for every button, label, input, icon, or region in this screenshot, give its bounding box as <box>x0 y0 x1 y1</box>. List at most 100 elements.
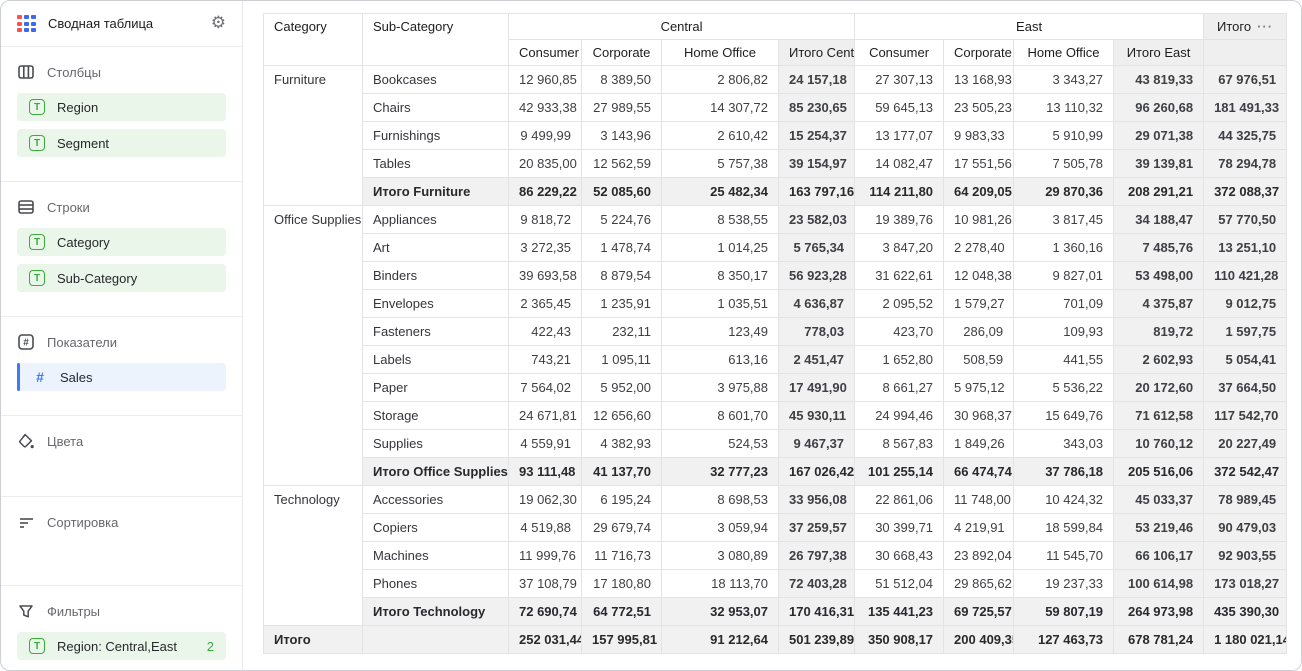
table-row: Storage24 671,8112 656,608 601,7045 930,… <box>264 402 1287 430</box>
value-cell: 24 671,81 <box>509 402 582 430</box>
value-cell: 18 113,70 <box>662 570 779 598</box>
value-cell: 37 664,50 <box>1204 374 1287 402</box>
value-cell: 66 106,17 <box>1114 542 1204 570</box>
value-cell: 3 272,35 <box>509 234 582 262</box>
header-region-central[interactable]: Central <box>509 14 855 40</box>
field-category[interactable]: T Category <box>17 228 226 256</box>
subtotal-row: Итого Technology72 690,7464 772,5132 953… <box>264 598 1287 626</box>
value-cell: 743,21 <box>509 346 582 374</box>
table-row: FurnitureBookcases12 960,858 389,502 806… <box>264 66 1287 94</box>
value-cell: 778,03 <box>779 318 855 346</box>
value-cell: 51 512,04 <box>855 570 944 598</box>
value-cell: 3 975,88 <box>662 374 779 402</box>
value-cell: 508,59 <box>944 346 1014 374</box>
header-segment[interactable]: Consumer <box>855 40 944 66</box>
value-cell: 181 491,33 <box>1204 94 1287 122</box>
header-category[interactable]: Category <box>264 14 363 66</box>
value-cell: 167 026,42 <box>779 458 855 486</box>
value-cell: 69 725,57 <box>944 598 1014 626</box>
value-cell: 109,93 <box>1014 318 1114 346</box>
value-cell: 31 622,61 <box>855 262 944 290</box>
value-cell: 64 209,05 <box>944 178 1014 206</box>
value-cell: 441,55 <box>1014 346 1114 374</box>
measures-field-list: #Sales <box>1 363 242 391</box>
filter-count-badge: 2 <box>207 639 214 654</box>
value-cell: 1 180 021,14 <box>1204 626 1287 654</box>
table-row: Paper7 564,025 952,003 975,8817 491,908 … <box>264 374 1287 402</box>
value-cell: 1 478,74 <box>582 234 662 262</box>
value-cell: 42 933,38 <box>509 94 582 122</box>
field-sales[interactable]: #Sales <box>17 363 226 391</box>
header-segment[interactable]: Consumer <box>509 40 582 66</box>
value-cell: 8 601,70 <box>662 402 779 430</box>
value-cell: 9 467,37 <box>779 430 855 458</box>
gear-icon[interactable]: ⚙ <box>211 15 226 32</box>
value-cell: 37 259,57 <box>779 514 855 542</box>
value-cell: 3 343,27 <box>1014 66 1114 94</box>
sub-category-cell: Furnishings <box>363 122 509 150</box>
section-rows-header: Строки <box>1 198 242 216</box>
value-cell: 3 847,20 <box>855 234 944 262</box>
value-cell: 114 211,80 <box>855 178 944 206</box>
field-label: Category <box>57 235 110 250</box>
header-subtotal-central[interactable]: Итого Central <box>779 40 855 66</box>
value-cell: 4 382,93 <box>582 430 662 458</box>
value-cell: 701,09 <box>1014 290 1114 318</box>
value-cell: 1 235,91 <box>582 290 662 318</box>
value-cell: 56 923,28 <box>779 262 855 290</box>
header-region-east[interactable]: East <box>855 14 1204 40</box>
value-cell: 29 870,36 <box>1014 178 1114 206</box>
value-cell: 53 498,00 <box>1114 262 1204 290</box>
section-label: Столбцы <box>47 65 101 80</box>
field-region[interactable]: TRegion <box>17 93 226 121</box>
header-segment[interactable]: Home Office <box>662 40 779 66</box>
value-cell: 12 656,60 <box>582 402 662 430</box>
value-cell: 45 930,11 <box>779 402 855 430</box>
empty-cell <box>363 626 509 654</box>
header-grand-total-sub <box>1204 40 1287 66</box>
field-label: Sales <box>60 370 93 385</box>
value-cell: 819,72 <box>1114 318 1204 346</box>
value-cell: 96 260,68 <box>1114 94 1204 122</box>
header-subtotal-east[interactable]: Итого East <box>1114 40 1204 66</box>
value-cell: 13 110,32 <box>1014 94 1114 122</box>
value-cell: 8 350,17 <box>662 262 779 290</box>
section-columns-header: Столбцы <box>1 63 242 81</box>
value-cell: 14 082,47 <box>855 150 944 178</box>
value-cell: 18 599,84 <box>1014 514 1114 542</box>
category-cell: Furniture <box>264 66 363 206</box>
value-cell: 9 983,33 <box>944 122 1014 150</box>
section-measures-header: # Показатели <box>1 333 242 351</box>
value-cell: 2 610,42 <box>662 122 779 150</box>
value-cell: 343,03 <box>1014 430 1114 458</box>
value-cell: 9 818,72 <box>509 206 582 234</box>
value-cell: 72 403,28 <box>779 570 855 598</box>
field-region-central-east[interactable]: TRegion: Central,East2 <box>17 632 226 660</box>
value-cell: 85 230,65 <box>779 94 855 122</box>
field-sub-category[interactable]: TSub-Category <box>17 264 226 292</box>
value-cell: 30 399,71 <box>855 514 944 542</box>
value-cell: 86 229,22 <box>509 178 582 206</box>
sidebar-header: Сводная таблица ⚙ <box>1 1 242 47</box>
text-field-icon: T <box>29 234 45 250</box>
header-segment[interactable]: Home Office <box>1014 40 1114 66</box>
value-cell: 7 505,78 <box>1014 150 1114 178</box>
rows-field-list: T Category TSub-Category <box>1 228 242 292</box>
header-segment[interactable]: Corporate <box>944 40 1014 66</box>
value-cell: 12 960,85 <box>509 66 582 94</box>
value-cell: 8 661,27 <box>855 374 944 402</box>
value-cell: 8 879,54 <box>582 262 662 290</box>
value-cell: 117 542,70 <box>1204 402 1287 430</box>
value-cell: 423,70 <box>855 318 944 346</box>
value-cell: 678 781,24 <box>1114 626 1204 654</box>
section-rows: Строки T Category TSub-Category <box>1 182 242 317</box>
value-cell: 59 807,19 <box>1014 598 1114 626</box>
overflow-ellipsis-icon[interactable]: ··· <box>1257 19 1273 34</box>
header-segment[interactable]: Corporate <box>582 40 662 66</box>
value-cell: 93 111,48 <box>509 458 582 486</box>
field-segment[interactable]: TSegment <box>17 129 226 157</box>
header-grand-total[interactable]: Итого··· <box>1204 14 1287 40</box>
value-cell: 27 989,55 <box>582 94 662 122</box>
value-cell: 17 180,80 <box>582 570 662 598</box>
header-sub-category[interactable]: Sub-Category <box>363 14 509 66</box>
